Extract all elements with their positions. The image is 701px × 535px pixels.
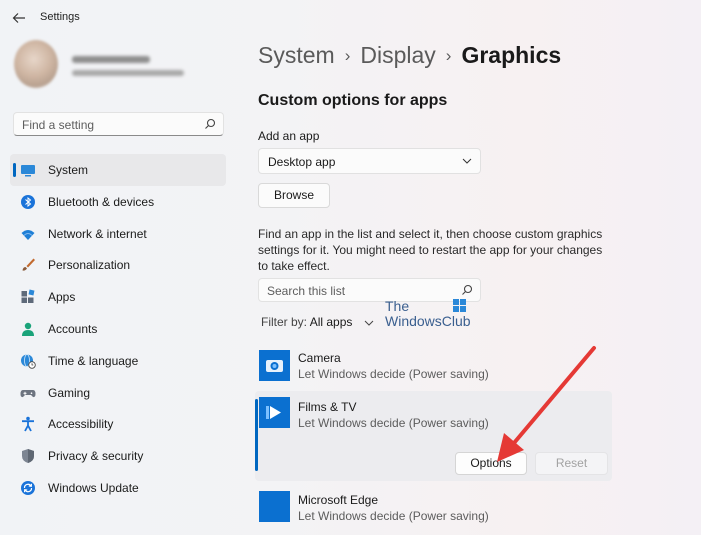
sidebar-item-label: System	[48, 163, 89, 177]
title-bar: Settings	[0, 0, 701, 36]
search-icon	[462, 284, 473, 295]
breadcrumb-display[interactable]: Display	[360, 42, 435, 68]
app-list-item-camera[interactable]: Camera Let Windows decide (Power saving)	[255, 346, 612, 388]
sidebar-item-label: Personalization	[48, 258, 131, 273]
search-icon	[205, 118, 216, 129]
filter-label: Filter by:	[261, 315, 308, 329]
find-setting-input[interactable]: Find a setting	[13, 112, 224, 136]
find-setting-placeholder: Find a setting	[22, 118, 95, 132]
bluetooth-icon	[21, 194, 35, 209]
add-app-label: Add an app	[258, 129, 320, 143]
filter-value: All apps	[309, 315, 353, 329]
sidebar-item-label: Accounts	[48, 321, 98, 336]
app-type-select-value: Desktop app	[268, 155, 336, 169]
sidebar-item-accounts[interactable]: Accounts	[10, 313, 226, 345]
instructions-text: Find an app in the list and select it, t…	[258, 227, 603, 273]
back-arrow-icon[interactable]	[10, 9, 28, 27]
sidebar-item-label: Windows Update	[48, 480, 139, 495]
breadcrumb-current-page: Graphics	[461, 42, 562, 68]
app-type-select[interactable]: Desktop app	[258, 148, 481, 174]
app-gpu-preference: Let Windows decide (Power saving)	[298, 367, 489, 381]
sidebar-item-privacy-security[interactable]: Privacy & security	[10, 440, 226, 472]
gamepad-icon	[20, 389, 36, 397]
apps-icon	[21, 289, 35, 304]
app-list-item-microsoft-edge[interactable]: Microsoft Edge Let Windows decide (Power…	[255, 488, 612, 534]
breadcrumb: System › Display › Graphics	[258, 42, 561, 69]
options-button[interactable]: Options	[455, 452, 527, 475]
brush-icon	[22, 258, 35, 271]
update-icon	[21, 480, 35, 495]
sidebar-item-label: Time & language	[48, 353, 139, 368]
accessibility-icon	[22, 417, 34, 432]
sidebar-item-label: Gaming	[48, 385, 91, 400]
user-email-blurred	[72, 70, 184, 76]
browse-button[interactable]: Browse	[258, 183, 330, 208]
user-name-blurred	[72, 56, 150, 63]
app-gpu-preference: Let Windows decide (Power saving)	[298, 509, 489, 523]
chevron-down-icon	[364, 320, 374, 326]
sidebar-item-gaming[interactable]: Gaming	[10, 377, 226, 409]
sidebar-item-label: Apps	[48, 290, 76, 305]
app-gpu-preference: Let Windows decide (Power saving)	[298, 416, 489, 430]
sidebar-item-label: Privacy & security	[48, 449, 144, 464]
breadcrumb-system[interactable]: System	[258, 42, 335, 68]
films-tv-app-icon	[259, 397, 290, 428]
sidebar-item-time-language[interactable]: Time & language	[10, 345, 226, 377]
windows-logo-icon	[453, 299, 466, 312]
sidebar-item-label: Network & internet	[48, 226, 147, 241]
sidebar-item-network-internet[interactable]: Network & internet	[10, 218, 226, 250]
app-name: Films & TV	[298, 400, 357, 414]
watermark-line2: WindowsClub	[385, 313, 471, 329]
sidebar-item-apps[interactable]: Apps	[10, 281, 226, 313]
sidebar-item-accessibility[interactable]: Accessibility	[10, 408, 226, 440]
person-icon	[22, 322, 34, 336]
breadcrumb-separator: ›	[344, 46, 351, 65]
filter-dropdown[interactable]: Filter by: All apps	[261, 315, 374, 329]
chevron-down-icon	[462, 158, 472, 164]
microsoft-edge-app-icon	[259, 491, 290, 522]
camera-app-icon	[259, 350, 290, 381]
system-icon	[21, 165, 35, 177]
sidebar-item-windows-update[interactable]: Windows Update	[10, 472, 226, 504]
app-name: Microsoft Edge	[298, 493, 379, 507]
search-list-placeholder: Search this list	[267, 284, 346, 298]
breadcrumb-separator: ›	[445, 46, 452, 65]
sidebar-item-label: Bluetooth & devices	[48, 194, 155, 209]
sidebar-item-personalization[interactable]: Personalization	[10, 249, 226, 281]
wifi-icon	[21, 229, 35, 240]
globe-clock-icon	[21, 353, 36, 369]
avatar[interactable]	[14, 40, 58, 88]
shield-icon	[22, 449, 34, 464]
section-title: Custom options for apps	[258, 92, 448, 109]
sidebar-item-system[interactable]: System	[10, 154, 226, 186]
sidebar-item-bluetooth-devices[interactable]: Bluetooth & devices	[10, 186, 226, 218]
app-name: Camera	[298, 351, 341, 365]
app-title: Settings	[40, 11, 80, 23]
sidebar-item-label: Accessibility	[48, 417, 114, 432]
sidebar-nav: System Bluetooth & devices Network & int…	[10, 154, 226, 504]
reset-button[interactable]: Reset	[535, 452, 608, 475]
